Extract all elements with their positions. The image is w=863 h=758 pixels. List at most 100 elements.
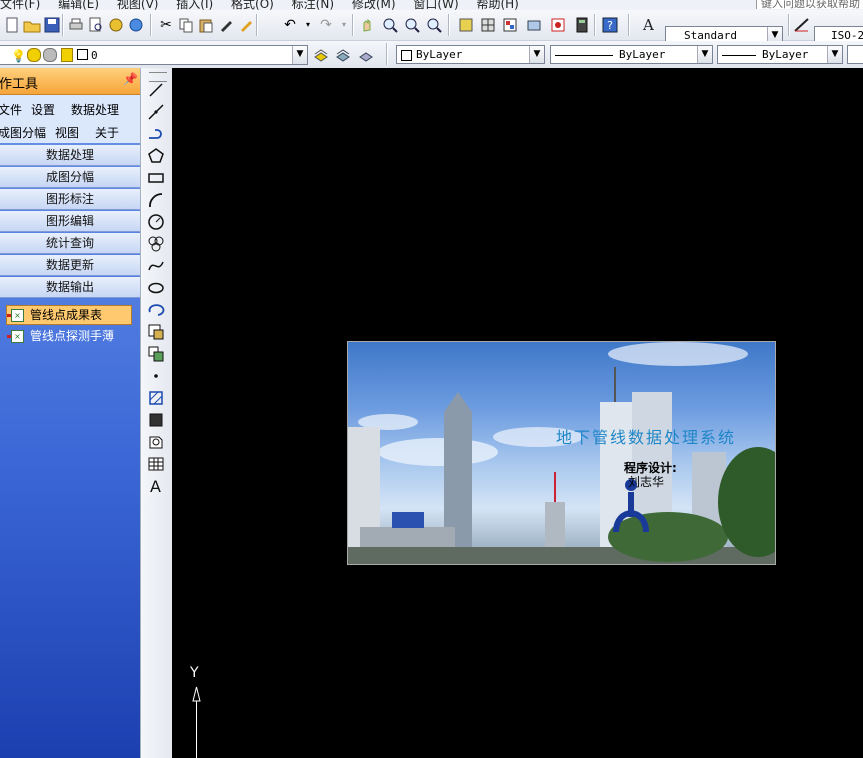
revision-cloud-icon[interactable] — [146, 234, 168, 254]
panel-menu: 文件 设置 数据处理 成图分幅 视图 关于 — [0, 95, 140, 143]
zoom-window-icon[interactable] — [402, 15, 422, 35]
rectangle-icon[interactable] — [146, 168, 168, 188]
svg-text:A: A — [150, 477, 161, 496]
redo-icon[interactable]: ↷ — [316, 15, 336, 35]
undo-icon[interactable]: ↶ — [280, 15, 300, 35]
toolbar-separator — [256, 14, 258, 36]
group-data-processing[interactable]: 数据处理 — [0, 145, 140, 166]
table-icon[interactable] — [146, 454, 168, 474]
region-icon[interactable] — [146, 432, 168, 452]
panel-menu-data-processing[interactable]: 数据处理 — [71, 101, 119, 118]
help-search-input[interactable]: 键入问题以获取帮助 — [756, 0, 863, 9]
layer-previous-icon[interactable] — [356, 45, 376, 65]
polyline-icon[interactable] — [146, 124, 168, 144]
toolbar-separator — [594, 14, 596, 36]
make-layer-current-icon[interactable] — [311, 45, 331, 65]
panel-menu-file[interactable]: 文件 — [0, 101, 22, 118]
panel-menu-about[interactable]: 关于 — [95, 124, 119, 141]
block-editor-icon[interactable] — [236, 15, 256, 35]
polygon-icon[interactable] — [146, 146, 168, 166]
redo-dropdown-icon[interactable]: ▾ — [334, 15, 354, 35]
layer-name: 0 — [91, 49, 98, 62]
menu-help[interactable]: 帮助(H) — [476, 0, 518, 10]
menu-view[interactable]: 视图(V) — [117, 0, 159, 10]
group-data-update[interactable]: 数据更新 — [0, 255, 140, 276]
ellipse-arc-icon[interactable] — [146, 300, 168, 320]
pan-icon[interactable] — [358, 15, 378, 35]
calculator-icon[interactable] — [572, 15, 592, 35]
tool-palettes-icon[interactable] — [500, 15, 520, 35]
sheet-set-icon[interactable] — [524, 15, 544, 35]
open-file-icon[interactable] — [22, 15, 42, 35]
group-sheet-split[interactable]: 成图分幅 — [0, 167, 140, 188]
paste-icon[interactable] — [196, 15, 216, 35]
cut-icon[interactable]: ✂ — [156, 15, 176, 35]
menu-file[interactable]: 文件(F) — [0, 0, 40, 10]
spline-icon[interactable] — [146, 256, 168, 276]
tree-item-label: 管线点探测手薄 — [30, 329, 115, 343]
pin-icon[interactable]: 📌 — [123, 72, 138, 86]
plot-style-select[interactable] — [847, 45, 863, 64]
print-icon[interactable] — [66, 15, 86, 35]
undo-dropdown-icon[interactable]: ▾ — [298, 15, 318, 35]
match-properties-icon[interactable] — [216, 15, 236, 35]
menu-dimension[interactable]: 标注(N) — [292, 0, 334, 10]
linetype-select[interactable]: ByLayer ▼ — [550, 45, 713, 64]
text-style-icon[interactable]: A — [640, 15, 660, 35]
chevron-down-icon: ▼ — [529, 46, 544, 63]
help-icon[interactable]: ? — [600, 15, 620, 35]
markup-icon[interactable] — [548, 15, 568, 35]
dimension-style-icon[interactable] — [792, 15, 812, 35]
menu-insert[interactable]: 插入(I) — [176, 0, 213, 10]
chevron-down-icon: ▼ — [827, 46, 842, 63]
color-select[interactable]: ByLayer ▼ — [396, 45, 545, 64]
lock-icon — [61, 48, 73, 62]
multiline-text-icon[interactable]: A — [146, 476, 168, 496]
make-block-icon[interactable] — [146, 344, 168, 364]
panel-menu-view[interactable]: 视图 — [55, 124, 79, 141]
hatch-icon[interactable] — [146, 388, 168, 408]
design-center-icon[interactable] — [478, 15, 498, 35]
construction-line-icon[interactable] — [146, 102, 168, 122]
print-preview-icon[interactable] — [86, 15, 106, 35]
panel-menu-row-1: 文件 设置 数据处理 — [0, 97, 140, 119]
panel-menu-settings[interactable]: 设置 — [31, 101, 55, 118]
tool-panel: 作工具 📌 文件 设置 数据处理 成图分幅 视图 关于 数据处理 成图分幅 图形… — [0, 68, 140, 758]
zoom-realtime-icon[interactable] — [380, 15, 400, 35]
toolbar-separator — [62, 14, 64, 36]
insert-block-icon[interactable] — [146, 322, 168, 342]
save-icon[interactable] — [42, 15, 62, 35]
menu-window[interactable]: 窗口(W) — [413, 0, 458, 10]
group-statistics-query[interactable]: 统计查询 — [0, 233, 140, 254]
ucs-y-label: Y — [190, 665, 199, 681]
circle-icon[interactable] — [146, 212, 168, 232]
city-skyline-image — [348, 342, 775, 564]
layer-select[interactable]: 💡 0 ▼ — [0, 45, 308, 65]
ellipse-icon[interactable] — [146, 278, 168, 298]
group-data-output[interactable]: 数据输出 — [0, 277, 140, 298]
publish-icon[interactable] — [106, 15, 126, 35]
spreadsheet-icon: × — [7, 309, 24, 322]
line-icon[interactable] — [146, 80, 168, 100]
lineweight-select[interactable]: ByLayer ▼ — [717, 45, 843, 64]
layer-manager-icon[interactable] — [333, 45, 353, 65]
tree-item-pipe-point-results[interactable]: × 管线点成果表 — [6, 305, 132, 325]
menu-modify[interactable]: 修改(M) — [352, 0, 396, 10]
svg-text:?: ? — [607, 19, 613, 32]
menu-format[interactable]: 格式(O) — [231, 0, 274, 10]
group-graphic-edit[interactable]: 图形编辑 — [0, 211, 140, 232]
group-annotation[interactable]: 图形标注 — [0, 189, 140, 210]
properties-icon[interactable] — [456, 15, 476, 35]
panel-menu-sheet-split[interactable]: 成图分幅 — [0, 124, 46, 141]
menu-edit[interactable]: 编辑(E) — [58, 0, 99, 10]
point-icon[interactable] — [146, 366, 168, 386]
copy-icon[interactable] — [176, 15, 196, 35]
splash-title: 地下管线数据处理系统 — [556, 428, 737, 447]
gradient-icon[interactable] — [146, 410, 168, 430]
arc-icon[interactable] — [146, 190, 168, 210]
new-file-icon[interactable] — [2, 15, 22, 35]
etransmit-icon[interactable] — [126, 15, 146, 35]
tree-item-pipe-point-survey-book[interactable]: × 管线点探测手薄 — [7, 327, 131, 345]
zoom-previous-icon[interactable] — [424, 15, 444, 35]
menu-items: 文件(F) 编辑(E) 视图(V) 插入(I) 格式(O) 标注(N) 修改(M… — [0, 0, 533, 10]
